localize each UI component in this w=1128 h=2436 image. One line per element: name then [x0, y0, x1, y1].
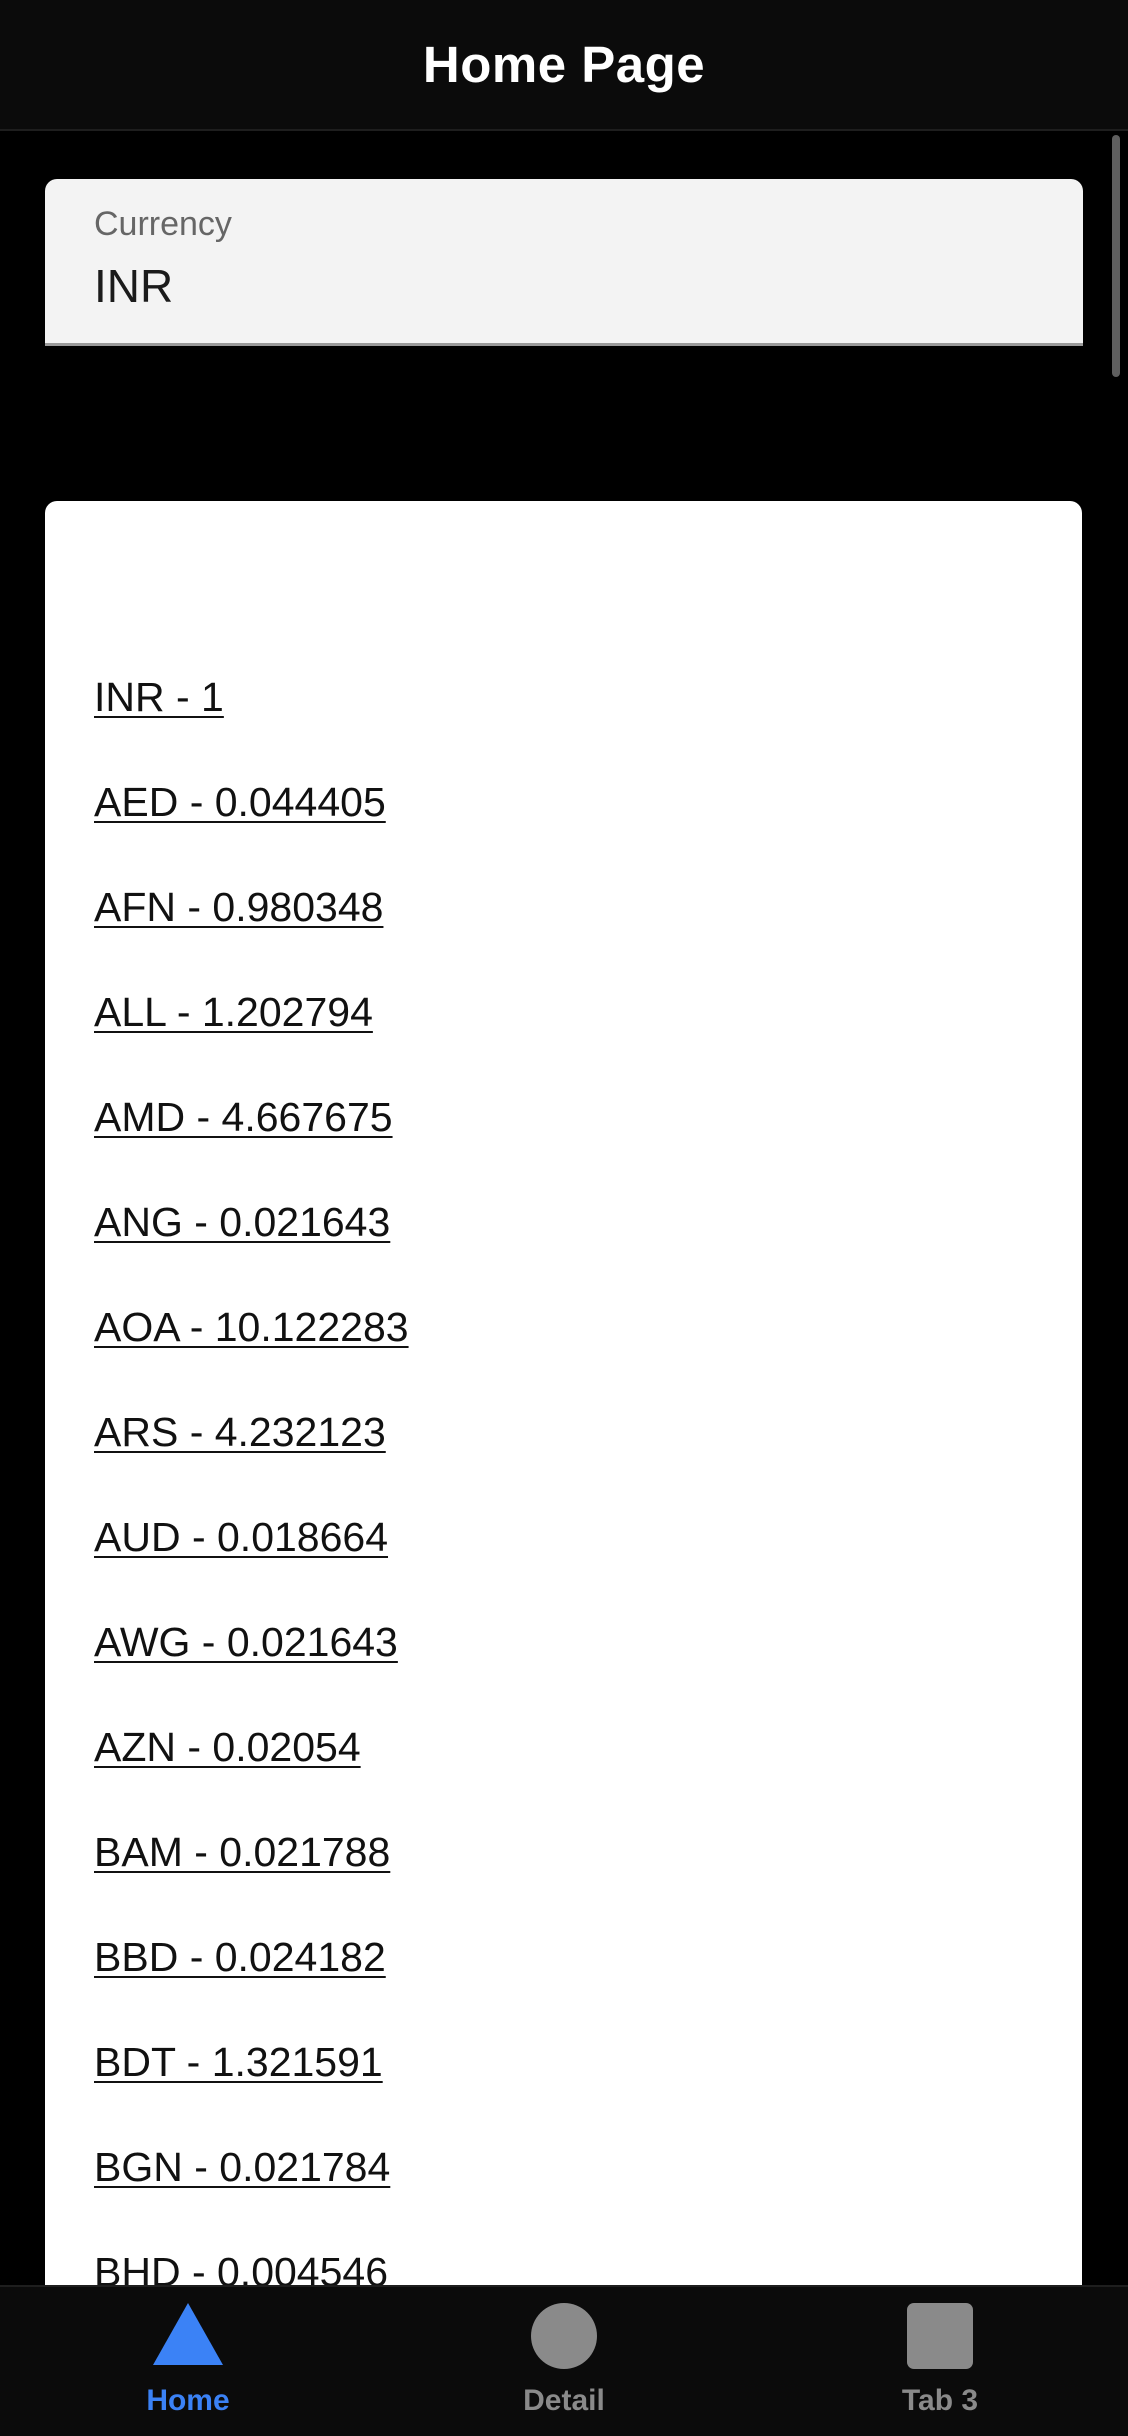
square-icon — [907, 2303, 973, 2369]
tab-detail[interactable]: Detail — [376, 2287, 752, 2436]
rate-item-bdt[interactable]: BDT - 1.321591 — [94, 2038, 409, 2143]
scrollbar-thumb[interactable] — [1112, 135, 1120, 377]
rate-item-bam[interactable]: BAM - 0.021788 — [94, 1828, 409, 1933]
currency-field-value[interactable]: INR — [94, 259, 173, 313]
rate-item-aoa[interactable]: AOA - 10.122283 — [94, 1303, 409, 1408]
rate-item-bbd[interactable]: BBD - 0.024182 — [94, 1933, 409, 2038]
tab-3[interactable]: Tab 3 — [752, 2287, 1128, 2436]
rate-item-amd[interactable]: AMD - 4.667675 — [94, 1093, 409, 1198]
bottom-nav: Home Detail Tab 3 — [0, 2285, 1128, 2436]
rates-list: INR - 1 AED - 0.044405 AFN - 0.980348 AL… — [94, 673, 409, 2285]
rate-item-afn[interactable]: AFN - 0.980348 — [94, 883, 409, 988]
currency-field-label: Currency — [94, 205, 232, 243]
rate-item-inr[interactable]: INR - 1 — [94, 673, 409, 778]
tab-home[interactable]: Home — [0, 2287, 376, 2436]
rate-item-aed[interactable]: AED - 0.044405 — [94, 778, 409, 883]
rate-item-awg[interactable]: AWG - 0.021643 — [94, 1618, 409, 1723]
rates-card: INR - 1 AED - 0.044405 AFN - 0.980348 AL… — [45, 501, 1082, 2285]
tab-home-label: Home — [146, 2384, 230, 2417]
app-bar: Home Page — [0, 0, 1128, 131]
circle-icon — [531, 2303, 597, 2369]
rate-item-bhd[interactable]: BHD - 0.004546 — [94, 2248, 409, 2285]
rate-item-bgn[interactable]: BGN - 0.021784 — [94, 2143, 409, 2248]
rate-item-azn[interactable]: AZN - 0.02054 — [94, 1723, 409, 1828]
tab-detail-label: Detail — [523, 2384, 605, 2417]
rate-item-ang[interactable]: ANG - 0.021643 — [94, 1198, 409, 1303]
triangle-icon — [153, 2303, 223, 2365]
currency-field[interactable]: Currency INR — [45, 179, 1083, 346]
rate-item-all[interactable]: ALL - 1.202794 — [94, 988, 409, 1093]
main-content[interactable]: Currency INR INR - 1 AED - 0.044405 AFN … — [0, 133, 1128, 2285]
app-root: Home Page Currency INR INR - 1 AED - 0.0… — [0, 0, 1128, 2436]
rate-item-ars[interactable]: ARS - 4.232123 — [94, 1408, 409, 1513]
rate-item-aud[interactable]: AUD - 0.018664 — [94, 1513, 409, 1618]
page-title: Home Page — [422, 36, 706, 93]
tab-3-label: Tab 3 — [901, 2384, 979, 2417]
